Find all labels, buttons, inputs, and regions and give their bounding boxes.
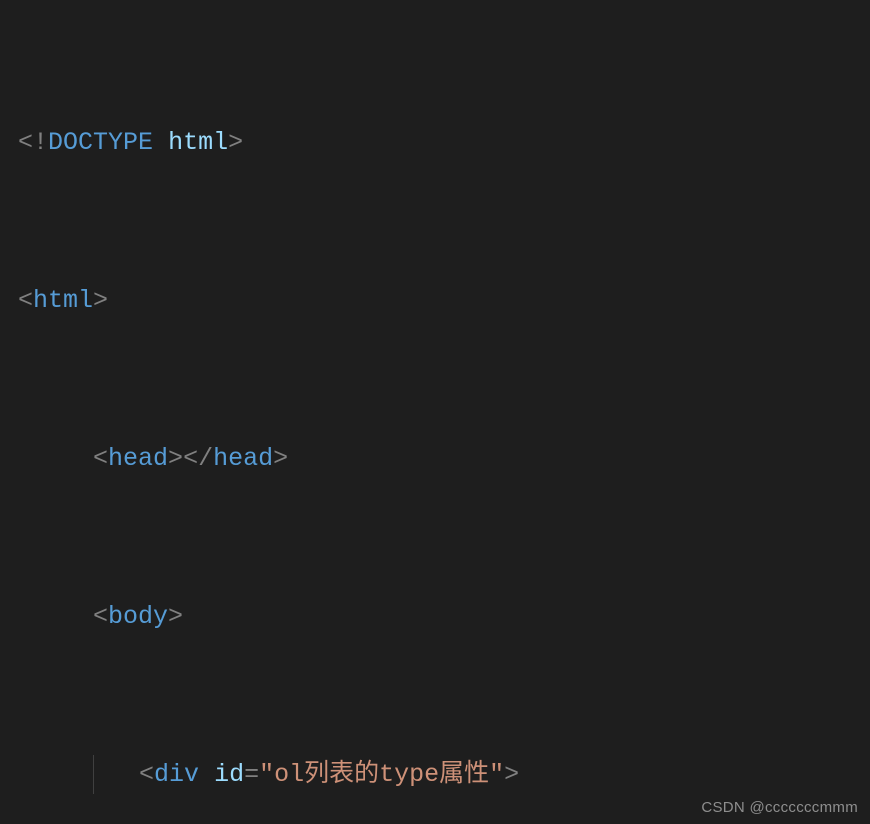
equals-icon: = [244, 760, 259, 789]
bracket-icon: < [93, 602, 108, 631]
doctype-html: html [168, 128, 228, 157]
bracket-icon: > [504, 760, 519, 789]
code-line[interactable]: <body> [18, 597, 870, 637]
quote-icon: " [259, 760, 274, 789]
tag-head: head [108, 444, 168, 473]
tag-html: html [33, 286, 93, 315]
bracket-icon: < [93, 444, 108, 473]
bracket-icon: < [18, 128, 33, 157]
code-editor[interactable]: <!DOCTYPE html> <html> <head></head> <bo… [0, 0, 870, 790]
indent [18, 602, 93, 631]
tag-body: body [108, 602, 168, 631]
watermark: CSDN @cccccccmmm [701, 799, 858, 816]
code-line[interactable]: <html> [18, 281, 870, 321]
tag-head: head [213, 444, 273, 473]
exclaim-icon: ! [33, 128, 48, 157]
slash-icon: / [198, 444, 213, 473]
bracket-icon: > [273, 444, 288, 473]
code-line[interactable]: <head></head> [18, 439, 870, 479]
indent [18, 444, 93, 473]
quote-icon: " [489, 760, 504, 789]
bracket-icon: > [93, 286, 108, 315]
bracket-icon: < [139, 760, 154, 789]
doctype-keyword: DOCTYPE [48, 128, 153, 157]
bracket-icon: < [183, 444, 198, 473]
bracket-icon: < [18, 286, 33, 315]
string-value: ol列表的type属性 [274, 760, 489, 789]
indent-guide-icon [93, 755, 94, 795]
attr-id: id [214, 760, 244, 789]
bracket-icon: > [228, 128, 243, 157]
bracket-icon: > [168, 444, 183, 473]
code-line[interactable]: <div id="ol列表的type属性"> [18, 755, 870, 795]
code-line[interactable]: <!DOCTYPE html> [18, 123, 870, 163]
indent [18, 760, 139, 789]
bracket-icon: > [168, 602, 183, 631]
tag-div: div [154, 760, 199, 789]
